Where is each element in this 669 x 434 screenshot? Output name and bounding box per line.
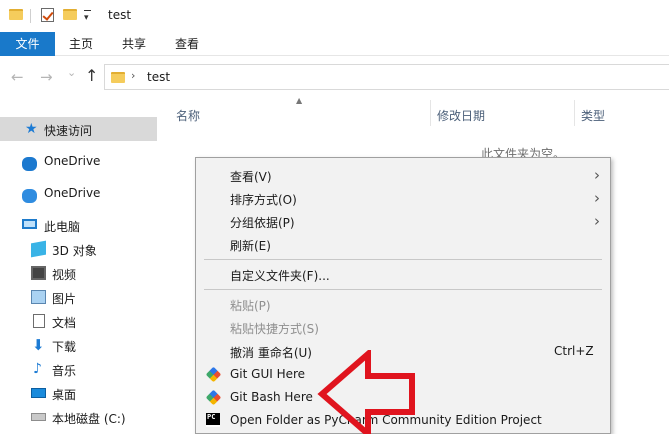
- menu-item-sort-by[interactable]: 排序方式(O) ›: [196, 187, 610, 210]
- computer-icon: [22, 219, 37, 229]
- tab-file[interactable]: 文件: [0, 32, 55, 56]
- video-icon: [31, 266, 46, 280]
- navigation-pane: ★ 快速访问 OneDrive OneDrive 此电脑 3D 对象 视频 图片…: [0, 98, 157, 434]
- toolbar-divider: [30, 9, 31, 23]
- cloud-icon: [22, 189, 37, 203]
- menu-item-label: Git Bash Here: [230, 390, 313, 404]
- sidebar-item-label: OneDrive: [44, 186, 101, 200]
- star-icon: ★: [25, 121, 38, 137]
- music-icon: ♪: [33, 361, 42, 377]
- menu-item-label: 粘贴(P): [230, 299, 271, 313]
- menu-item-label: 自定义文件夹(F)...: [230, 269, 330, 283]
- menu-item-paste-shortcut: 粘贴快捷方式(S): [196, 316, 610, 339]
- sidebar-item-onedrive-personal[interactable]: OneDrive: [0, 181, 157, 205]
- back-arrow-icon[interactable]: ←: [11, 68, 24, 86]
- 3d-objects-icon: [31, 240, 46, 258]
- ribbon-tabs: 文件 主页 共享 查看: [0, 32, 669, 56]
- menu-item-label: 查看(V): [230, 170, 272, 184]
- title-bar: ▾ test: [0, 0, 669, 32]
- menu-separator: [204, 259, 602, 260]
- column-divider[interactable]: [574, 100, 575, 126]
- menu-separator: [204, 289, 602, 290]
- sidebar-item-label: 图片: [52, 292, 77, 306]
- folder-icon: [111, 72, 125, 83]
- git-icon: [205, 366, 222, 383]
- menu-item-customize-folder[interactable]: 自定义文件夹(F)...: [196, 263, 610, 286]
- sidebar-item-documents[interactable]: 文档: [0, 309, 157, 333]
- sidebar-item-downloads[interactable]: ⬇ 下载: [0, 333, 157, 357]
- sidebar-item-label: 视频: [52, 268, 77, 282]
- sidebar-item-3d-objects[interactable]: 3D 对象: [0, 237, 157, 261]
- red-arrow-annotation: [317, 350, 415, 434]
- sidebar-item-label: 下载: [52, 340, 77, 354]
- navigation-bar: ← → ⌄ ↑ › test: [0, 56, 669, 98]
- column-header-name[interactable]: 名称: [176, 107, 200, 124]
- sort-ascending-icon: ▲: [296, 96, 303, 105]
- sidebar-item-label: 此电脑: [44, 220, 81, 234]
- sidebar-item-label: 3D 对象: [52, 244, 97, 258]
- sidebar-item-onedrive[interactable]: OneDrive: [0, 149, 157, 173]
- folder-icon: [9, 9, 23, 20]
- sidebar-item-desktop[interactable]: 桌面: [0, 381, 157, 405]
- sidebar-item-label: 文档: [52, 316, 77, 330]
- desktop-icon: [31, 388, 46, 398]
- sidebar-item-music[interactable]: ♪ 音乐: [0, 357, 157, 381]
- up-arrow-icon[interactable]: ↑: [85, 66, 98, 85]
- menu-item-refresh[interactable]: 刷新(E): [196, 233, 610, 256]
- column-header-type[interactable]: 类型: [581, 107, 605, 124]
- sidebar-item-this-pc[interactable]: 此电脑: [0, 213, 157, 237]
- menu-item-shortcut: Ctrl+Z: [554, 344, 594, 358]
- menu-item-label: 粘贴快捷方式(S): [230, 322, 319, 336]
- sidebar-item-quick-access[interactable]: ★ 快速访问: [0, 117, 157, 141]
- menu-item-label: 刷新(E): [230, 239, 271, 253]
- new-folder-icon[interactable]: [63, 9, 77, 20]
- tab-home[interactable]: 主页: [57, 32, 105, 56]
- submenu-arrow-icon: ›: [594, 212, 600, 230]
- menu-item-view[interactable]: 查看(V) ›: [196, 164, 610, 187]
- column-header-modified[interactable]: 修改日期: [437, 107, 485, 124]
- document-icon: [33, 314, 45, 328]
- submenu-arrow-icon: ›: [594, 166, 600, 184]
- pycharm-icon: PC: [206, 413, 220, 427]
- window-title: test: [108, 8, 132, 22]
- properties-icon[interactable]: [41, 8, 54, 22]
- picture-icon: [31, 290, 46, 304]
- tab-view[interactable]: 查看: [163, 32, 211, 56]
- customize-toolbar-dropdown-icon[interactable]: ▾: [84, 10, 91, 24]
- menu-item-label: 排序方式(O): [230, 193, 297, 207]
- menu-item-label: 分组依据(P): [230, 216, 295, 230]
- tab-share[interactable]: 共享: [110, 32, 158, 56]
- submenu-arrow-icon: ›: [594, 189, 600, 207]
- git-icon: [205, 389, 222, 406]
- address-bar[interactable]: › test: [104, 64, 669, 90]
- breadcrumb-chevron-icon[interactable]: ›: [131, 69, 135, 82]
- sidebar-item-pictures[interactable]: 图片: [0, 285, 157, 309]
- sidebar-item-local-disk-c[interactable]: 本地磁盘 (C:): [0, 405, 157, 429]
- menu-item-label: 撤消 重命名(U): [230, 346, 312, 360]
- sidebar-item-videos[interactable]: 视频: [0, 261, 157, 285]
- menu-item-label: Git GUI Here: [230, 367, 306, 381]
- forward-arrow-icon[interactable]: →: [40, 68, 53, 86]
- sidebar-item-label: 桌面: [52, 388, 77, 402]
- recent-locations-chevron-down-icon[interactable]: ⌄: [67, 66, 76, 79]
- sidebar-item-label: 本地磁盘 (C:): [52, 412, 126, 426]
- cloud-icon: [22, 157, 37, 171]
- sidebar-item-label: 快速访问: [44, 124, 93, 138]
- download-icon: ⬇: [32, 336, 45, 354]
- menu-item-group-by[interactable]: 分组依据(P) ›: [196, 210, 610, 233]
- column-divider[interactable]: [430, 100, 431, 126]
- sidebar-item-label: OneDrive: [44, 154, 101, 168]
- disk-icon: [31, 413, 46, 421]
- breadcrumb-path[interactable]: test: [147, 70, 170, 84]
- menu-item-paste: 粘贴(P): [196, 293, 610, 316]
- sidebar-item-label: 音乐: [52, 364, 77, 378]
